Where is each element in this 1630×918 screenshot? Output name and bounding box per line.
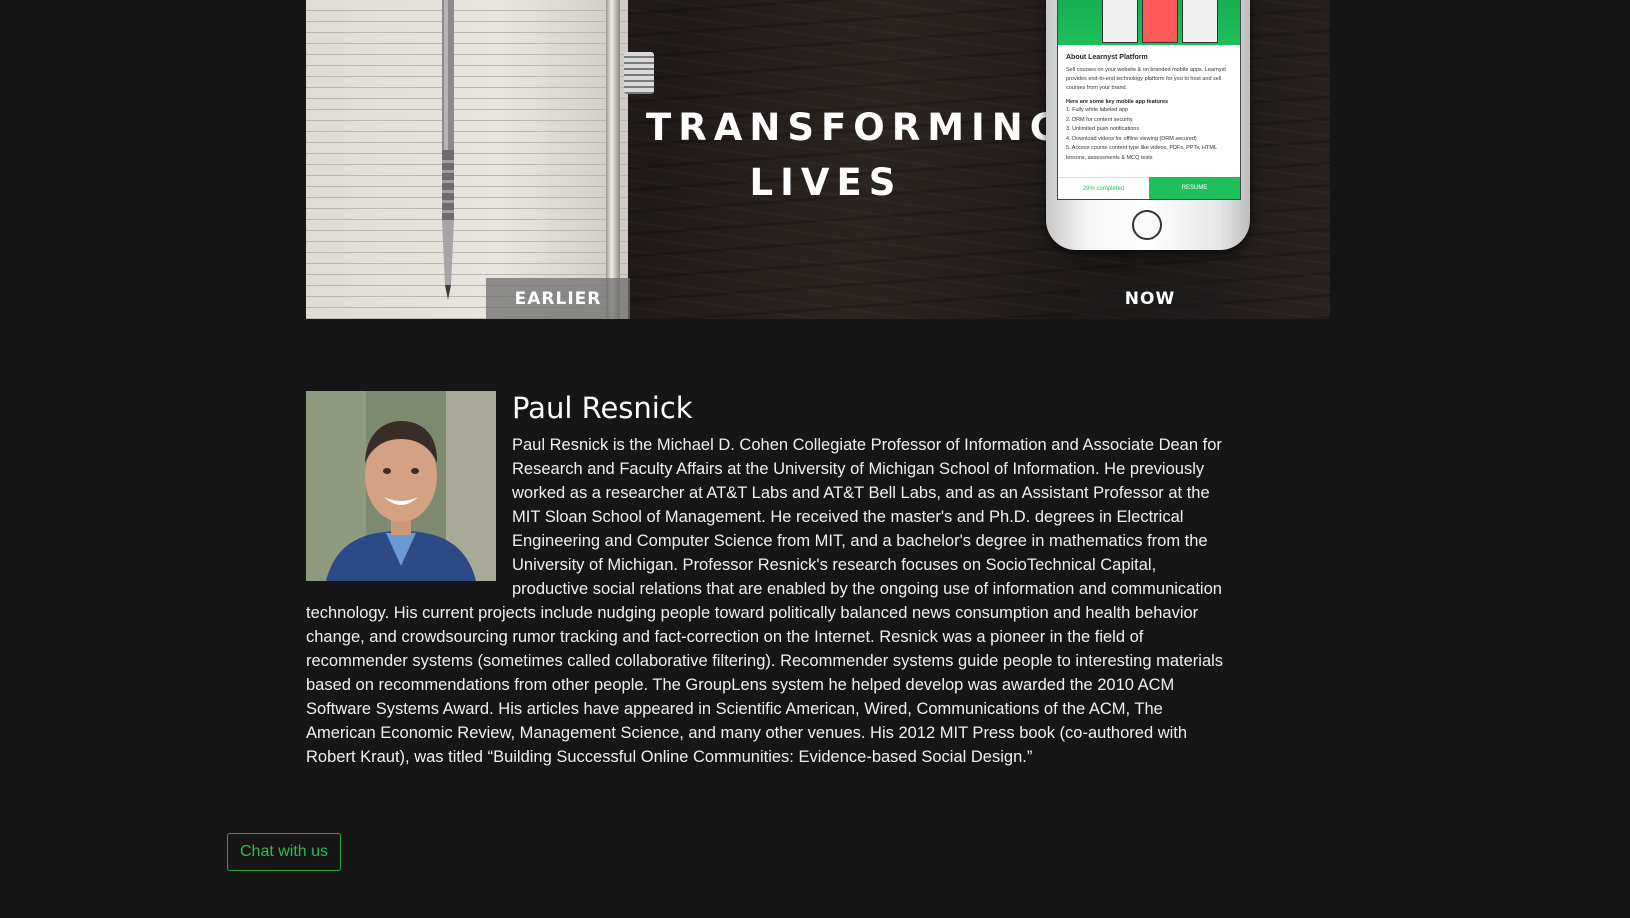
profile-section: Paul Resnick Paul Resnick is the Michael… [306, 391, 1226, 769]
phone-about-title: About Learnyst Platform [1066, 54, 1148, 61]
binder-clip [624, 52, 654, 94]
hero-title-line-2: LIVES [749, 161, 903, 204]
phone-screen-header [1058, 0, 1240, 45]
notebook-edge [606, 0, 620, 319]
phone-about-text: Sell courses on your website & on brande… [1066, 67, 1226, 91]
avatar [306, 391, 496, 581]
phone-feature-item: 2. DRM for content security [1066, 116, 1133, 123]
mini-screen-left [1102, 0, 1138, 43]
mini-screen-middle [1142, 0, 1178, 43]
chat-with-us-button[interactable]: Chat with us [227, 833, 342, 871]
mini-screen-right [1182, 0, 1218, 43]
phone-feature-item: 4. Download videos for offline viewing (… [1066, 135, 1197, 142]
hero-title: TRANSFORMING LIVES [646, 100, 1068, 210]
phone-screen-footer: 29% completed RESUME [1058, 177, 1240, 199]
earlier-label: EARLIER [486, 278, 630, 319]
phone-mockup: About Learnyst Platform Sell courses on … [1046, 0, 1250, 250]
phone-feature-item: 1. Fully white labeled app [1066, 107, 1129, 113]
portrait-image [306, 391, 496, 581]
notebook-image [306, 0, 628, 319]
pen-image [442, 0, 454, 300]
phone-home-button [1132, 210, 1162, 240]
phone-feature-item: 3. Unlimited push notifications [1066, 126, 1140, 132]
page: TRANSFORMING LIVES About Learnyst Platfo… [0, 0, 1630, 918]
now-label: NOW [1078, 278, 1222, 319]
phone-progress-text: 29% completed [1058, 177, 1149, 199]
phone-resume-button: RESUME [1149, 177, 1240, 199]
hero-title-line-1: TRANSFORMING [646, 106, 1068, 149]
phone-screen: About Learnyst Platform Sell courses on … [1057, 0, 1241, 200]
hero-banner: TRANSFORMING LIVES About Learnyst Platfo… [306, 0, 1330, 319]
phone-features-title: Here are some key mobile app features [1066, 99, 1169, 105]
phone-feature-item: 5. Access course content type like video… [1066, 145, 1217, 161]
